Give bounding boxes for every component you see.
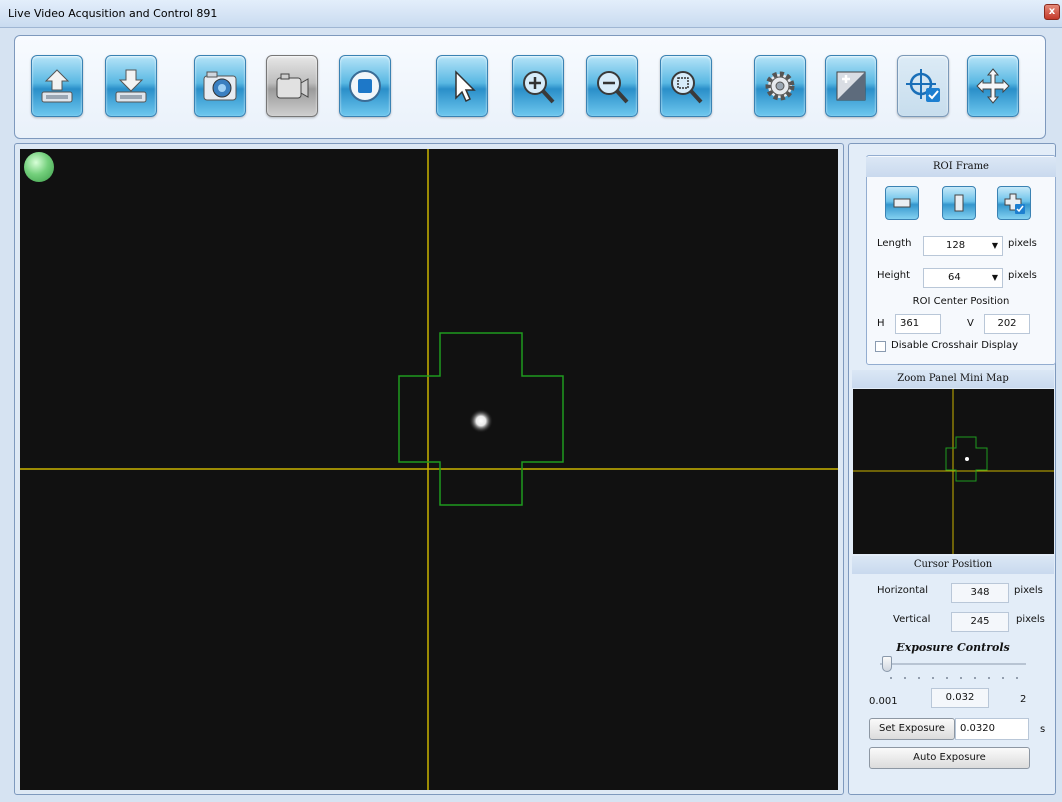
set-exposure-button[interactable]: Set Exposure <box>869 718 955 740</box>
crosshair-toggle-button[interactable] <box>897 55 949 117</box>
close-button[interactable]: x <box>1044 4 1060 20</box>
disable-crosshair-label: Disable Crosshair Display <box>891 340 1019 351</box>
exposure-slider-thumb[interactable] <box>882 656 892 672</box>
pointer-icon <box>455 70 476 103</box>
roi-vertical-button[interactable] <box>942 186 976 220</box>
exposure-min-label: 0.001 <box>869 696 898 707</box>
height-label: Height <box>877 270 911 281</box>
cursor-position-title: Cursor Position <box>852 556 1054 574</box>
h-label: H <box>877 318 885 329</box>
crosshair-icon <box>906 69 940 102</box>
roi-frame-title: ROI Frame <box>866 157 1056 177</box>
v-label: V <box>967 318 974 329</box>
zoom-fit-button[interactable] <box>660 55 712 117</box>
auto-exposure-button[interactable]: Auto Exposure <box>869 747 1030 769</box>
cursor-horizontal-value: 348 <box>951 583 1009 603</box>
roi-horizontal-button[interactable] <box>885 186 919 220</box>
laser-spot <box>469 409 493 433</box>
pointer-button[interactable] <box>436 55 488 117</box>
exposure-max-label: 2 <box>1020 694 1027 705</box>
zoom-in-button[interactable] <box>512 55 564 117</box>
cursor-vertical-value: 245 <box>951 612 1009 632</box>
height-value: 64 <box>948 272 961 283</box>
exposure-icon <box>836 71 866 101</box>
toolbar <box>14 35 1046 139</box>
zoom-fit-icon <box>671 71 703 104</box>
length-unit: pixels <box>1008 238 1037 249</box>
minimap-title: Zoom Panel Mini Map <box>852 370 1054 388</box>
exposure-slider-track[interactable] <box>880 663 1026 665</box>
zoom-in-icon <box>523 71 555 104</box>
vertical-rect-icon <box>954 194 964 212</box>
vertical-label: Vertical <box>893 614 931 625</box>
video-camera-icon <box>276 73 309 99</box>
stop-icon <box>349 70 381 102</box>
video-overlay <box>20 149 838 790</box>
length-value: 128 <box>946 240 966 251</box>
download-button[interactable] <box>105 55 157 117</box>
minimap-overlay <box>853 389 1054 554</box>
settings-gear-icon <box>765 71 795 101</box>
exposure-current-value: 0.032 <box>931 688 989 708</box>
exposure-controls-title: Exposure Controls <box>896 641 1010 654</box>
cross-shape-icon <box>1004 193 1025 214</box>
h-position-input[interactable]: 361 <box>895 314 941 334</box>
disable-crosshair-checkbox[interactable] <box>875 341 886 352</box>
set-exposure-input[interactable]: 0.0320 <box>955 718 1029 740</box>
snapshot-button[interactable] <box>194 55 246 117</box>
stop-button[interactable] <box>339 55 391 117</box>
v-position-input[interactable]: 202 <box>984 314 1030 334</box>
move-icon <box>976 68 1010 104</box>
upload-icon <box>41 69 73 103</box>
minimap-spot <box>965 457 969 461</box>
record-video-button[interactable] <box>266 55 318 117</box>
zoom-minimap[interactable] <box>853 389 1054 554</box>
download-icon <box>115 69 147 103</box>
move-button[interactable] <box>967 55 1019 117</box>
camera-icon <box>203 71 237 101</box>
height-unit: pixels <box>1008 270 1037 281</box>
zoom-out-icon <box>597 71 629 104</box>
upload-button[interactable] <box>31 55 83 117</box>
live-video-view[interactable] <box>20 149 838 790</box>
exposure-slider-ticks <box>884 676 1026 680</box>
length-label: Length <box>877 238 912 249</box>
roi-cross-button[interactable] <box>997 186 1031 220</box>
exposure-unit: s <box>1040 724 1046 735</box>
window-title: Live Video Acqusition and Control 891 <box>8 7 218 20</box>
vertical-unit: pixels <box>1016 614 1045 625</box>
status-led-icon <box>24 152 54 182</box>
chevron-down-icon: ▼ <box>991 273 998 282</box>
zoom-out-button[interactable] <box>586 55 638 117</box>
roi-center-label: ROI Center Position <box>912 296 1010 307</box>
horizontal-label: Horizontal <box>877 585 929 596</box>
horizontal-rect-icon <box>893 198 911 208</box>
exposure-button[interactable] <box>825 55 877 117</box>
settings-button[interactable] <box>754 55 806 117</box>
chevron-down-icon: ▼ <box>991 241 998 250</box>
height-dropdown[interactable]: 64 ▼ <box>923 268 1003 288</box>
length-dropdown[interactable]: 128 ▼ <box>923 236 1003 256</box>
horizontal-unit: pixels <box>1014 585 1043 596</box>
title-bar: Live Video Acqusition and Control 891 x <box>0 0 1062 28</box>
